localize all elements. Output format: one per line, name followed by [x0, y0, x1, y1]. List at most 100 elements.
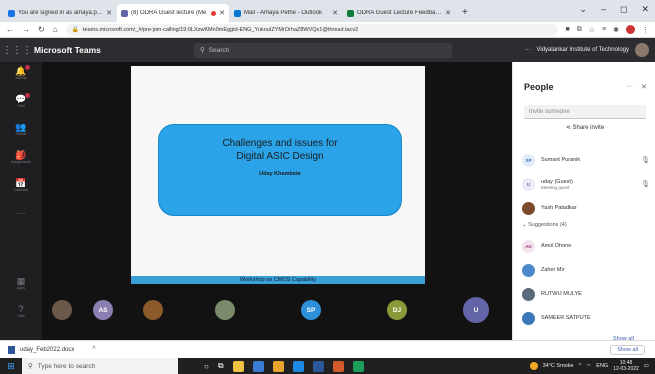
browser-tab[interactable]: (8) ODRA Guest lecture (Me ✕ [117, 4, 229, 22]
weather-icon[interactable] [529, 362, 538, 370]
more-options-icon[interactable]: ··· [524, 47, 530, 53]
weather-text[interactable]: 34°C Smoke [543, 363, 574, 369]
tab-close-icon[interactable]: ✕ [445, 9, 451, 17]
download-show-all-button[interactable]: Show all [610, 345, 645, 355]
rail-item[interactable]: ··· [0, 208, 42, 218]
home-icon[interactable]: ⌂ [53, 25, 58, 34]
maximize-button[interactable]: ◻ [620, 4, 627, 15]
user-avatar[interactable] [635, 43, 649, 57]
taskbar-app-icon[interactable] [312, 360, 324, 372]
task-view-icon[interactable]: ⧉ [218, 361, 224, 371]
panel-close-icon[interactable]: ✕ [641, 83, 647, 91]
list-item[interactable]: AD Amol Dhone [522, 236, 650, 256]
person-avatar [522, 263, 535, 277]
participant-avatar: DJ [387, 300, 407, 320]
person-text: Zaher Mir [541, 267, 565, 273]
taskbar-app-icon[interactable] [352, 360, 364, 372]
notification-icon[interactable]: ▭ [644, 363, 649, 369]
participant-tile[interactable]: AS [82, 284, 124, 336]
camera-icon[interactable]: ■ [566, 26, 570, 33]
language-indicator[interactable]: ENG [596, 363, 608, 369]
org-name[interactable]: Vidyalankar Institute of Technology [536, 47, 629, 53]
minimize-button[interactable]: – [601, 4, 606, 15]
self-avatar: U [463, 297, 489, 323]
close-window-button[interactable]: ✕ [641, 4, 649, 15]
rail-item[interactable]: 💬 Chat [0, 93, 42, 108]
back-icon[interactable]: ← [6, 25, 14, 34]
tray-chevron-icon[interactable]: ^ [579, 363, 582, 369]
star-icon[interactable]: ☆ [589, 26, 595, 34]
favicon-icon [234, 9, 241, 17]
browser-tab[interactable]: Mail - Amaya Pethe - Outlook ✕ [230, 4, 342, 22]
taskbar-app-icon[interactable] [292, 360, 304, 372]
reading-list-icon[interactable]: ≡ [602, 26, 606, 33]
reload-icon[interactable]: ↻ [38, 25, 45, 34]
profile-avatar[interactable] [626, 25, 635, 34]
tab-close-icon[interactable]: ✕ [219, 9, 225, 17]
list-item[interactable]: Yash Patadkar [522, 198, 650, 218]
panel-actions: ··· ✕ [626, 83, 647, 91]
suggestions-header[interactable]: ⌄ Suggestions (4) [522, 222, 567, 228]
new-tab-button[interactable]: + [462, 7, 468, 18]
lock-icon[interactable]: 🔒 [72, 26, 79, 33]
browser-tab[interactable]: You are signed in as amaya.pethe ✕ [4, 4, 116, 22]
rail-item[interactable]: 🔔 Activity [0, 65, 42, 80]
share-invite-button[interactable]: ⋖ Share invite [524, 124, 646, 131]
list-item[interactable]: SAMEER SATPUTE [522, 308, 650, 328]
tab-search-icon[interactable]: ⌄ [579, 4, 587, 15]
participant-tile[interactable] [42, 284, 82, 336]
apps-icon: ▦ [16, 276, 26, 286]
taskbar-search-icon: ⚲ [28, 363, 33, 370]
list-item[interactable]: Zaher Mir [522, 260, 650, 280]
rail-item[interactable]: 👥 Teams [0, 122, 42, 136]
search-task-icon[interactable]: ○ [204, 362, 209, 371]
taskbar-app-icon[interactable] [272, 360, 284, 372]
person-avatar: U [522, 177, 535, 191]
participant-tile[interactable] [182, 284, 268, 336]
suggestions-title: Suggestions (4) [528, 222, 567, 228]
download-chevron-icon[interactable]: ^ [92, 346, 95, 353]
participant-tile[interactable]: SP [268, 284, 354, 336]
participant-tile[interactable]: U [440, 284, 512, 336]
tab-close-icon[interactable]: ✕ [106, 9, 112, 17]
person-name: Amol Dhone [541, 243, 572, 249]
notification-badge [25, 65, 30, 70]
slide-title: Challenges and issues for Digital ASIC D… [159, 137, 401, 163]
invite-input[interactable]: Invite someone [524, 105, 646, 119]
windows-start-icon[interactable]: ⊞ [0, 361, 22, 372]
taskbar-search[interactable]: ⚲ Type here to search [22, 358, 178, 374]
puzzle-icon[interactable]: ✱ [613, 26, 619, 34]
extension-icon[interactable]: ⧉ [577, 26, 582, 34]
url-text: teams.microsoft.com/_#/pre-join-calling/… [83, 26, 359, 33]
tab-title: (8) ODRA Guest lecture (Me [131, 10, 207, 16]
list-item[interactable]: Uuday (Guest) Meeting guest 🎙 [522, 174, 650, 194]
person-name: SAMEER SATPUTE [541, 315, 591, 321]
app-launcher-icon[interactable]: ⋮⋮⋮ [0, 45, 34, 56]
download-filename[interactable]: uday_Feb2022.docx [20, 347, 74, 353]
participant-tile[interactable]: DJ [354, 284, 440, 336]
person-avatar [522, 201, 535, 215]
list-item[interactable]: RUTWIJ MULYE [522, 284, 650, 304]
rail-item[interactable]: 📅 Calendar [0, 178, 42, 192]
tab-title: Mail - Amaya Pethe - Outlook [244, 10, 323, 16]
mic-muted-icon: 🎙 [641, 181, 650, 188]
clock[interactable]: 10:48 12-03-2022 [613, 360, 639, 372]
tab-close-icon[interactable]: ✕ [332, 9, 338, 17]
search-input[interactable]: ⚲ Search [194, 42, 452, 58]
participant-tile[interactable] [124, 284, 182, 336]
taskbar-search-placeholder: Type here to search [37, 362, 96, 370]
forward-icon[interactable]: → [22, 25, 30, 34]
panel-more-icon[interactable]: ··· [626, 83, 633, 91]
person-name: Zaher Mir [541, 267, 565, 273]
taskbar-app-icon[interactable] [232, 360, 244, 372]
taskbar-app-icon[interactable] [252, 360, 264, 372]
url-field[interactable]: 🔒 teams.microsoft.com/_#/pre-join-callin… [65, 23, 558, 36]
browser-tab[interactable]: ODRA Guest Lecture Feedback i ✕ [343, 4, 455, 22]
rail-item[interactable]: ? Help [0, 304, 42, 318]
rail-item[interactable]: 🎒 Assignments [0, 150, 42, 164]
list-item[interactable]: SP Sumant Puranik 🎙 [522, 150, 650, 170]
browser-menu-icon[interactable]: ⋮ [642, 26, 649, 34]
rail-item[interactable]: ▦ Apps [0, 276, 42, 290]
network-icon[interactable]: ⌔ [586, 363, 591, 370]
taskbar-app-icon[interactable] [332, 360, 344, 372]
